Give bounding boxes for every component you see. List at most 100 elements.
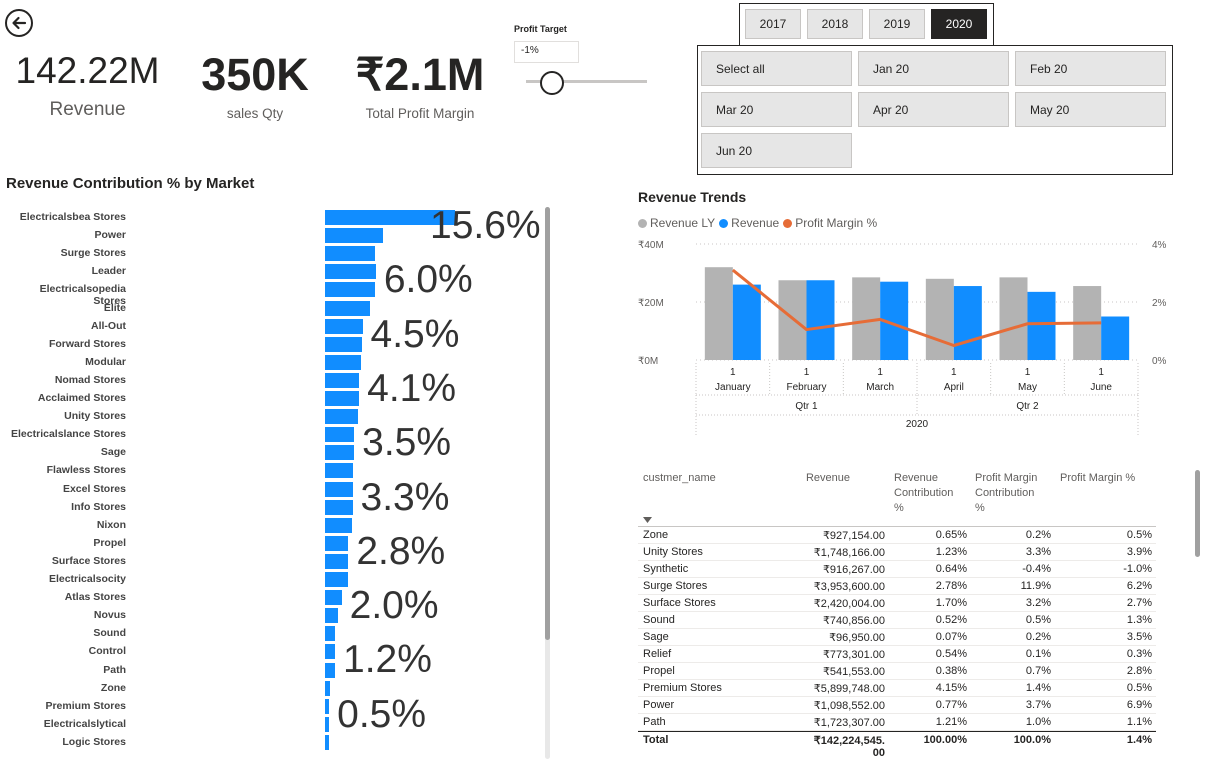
market-label: Sound xyxy=(93,627,126,640)
market-bar[interactable] xyxy=(325,644,335,660)
market-bar[interactable] xyxy=(325,409,358,425)
table-row[interactable]: Zone ₹927,154.00 0.65% 0.2% 0.5% xyxy=(638,527,1156,544)
month-option-apr-20[interactable]: Apr 20 xyxy=(858,92,1009,127)
market-bar[interactable] xyxy=(325,680,330,696)
market-bar[interactable] xyxy=(325,282,375,298)
header-profit-margin-contribution[interactable]: Profit Margin Contribution % xyxy=(975,471,1037,516)
market-bar[interactable] xyxy=(325,553,349,569)
revenue-ly-bar[interactable] xyxy=(925,278,954,360)
table-row[interactable]: Surge Stores ₹3,953,600.00 2.78% 11.9% 6.2% xyxy=(638,578,1156,595)
table-cell: ₹1,748,166.00 xyxy=(813,547,885,559)
profit-target-input[interactable]: -1% xyxy=(514,41,579,63)
table-cell: 1.3% xyxy=(1126,614,1152,626)
revenue-ly-bar[interactable] xyxy=(704,267,733,360)
market-bar[interactable] xyxy=(325,481,353,497)
month-option-mar-20[interactable]: Mar 20 xyxy=(701,92,852,127)
table-row[interactable]: Relief ₹773,301.00 0.54% 0.1% 0.3% xyxy=(638,646,1156,663)
market-label: Electricalslytical xyxy=(43,717,126,730)
x-axis-year: 2020 xyxy=(906,419,929,430)
profit-target-slider-thumb[interactable] xyxy=(540,71,564,95)
market-bar[interactable] xyxy=(325,372,360,388)
market-bar[interactable] xyxy=(325,246,375,262)
year-option-2017[interactable]: 2017 xyxy=(745,9,801,39)
market-bar[interactable] xyxy=(325,590,342,606)
back-button[interactable] xyxy=(5,9,33,37)
market-bar[interactable] xyxy=(325,445,355,461)
table-row[interactable]: Premium Stores ₹5,899,748.00 4.15% 1.4% 0.5% xyxy=(638,680,1156,697)
market-bar[interactable] xyxy=(325,228,384,244)
month-option-select-all[interactable]: Select all xyxy=(701,51,852,86)
market-bar[interactable] xyxy=(325,608,339,624)
market-bar[interactable] xyxy=(325,463,353,479)
revenue-bar[interactable] xyxy=(1101,316,1130,361)
table-cell: Sound xyxy=(643,614,675,626)
market-bar[interactable] xyxy=(325,535,349,551)
market-bar[interactable] xyxy=(325,427,355,443)
year-option-2020[interactable]: 2020 xyxy=(931,9,987,39)
month-option-feb-20[interactable]: Feb 20 xyxy=(1015,51,1166,86)
profit-target-label: Profit Target xyxy=(514,24,567,34)
revenue-ly-bar[interactable] xyxy=(999,277,1028,360)
legend-revenue-ly-swatch xyxy=(638,218,647,228)
market-bar[interactable] xyxy=(325,354,361,370)
table-cell: Relief xyxy=(643,648,672,660)
header-pm-contribution-line2: Contribution xyxy=(975,487,1035,499)
table-row[interactable]: Unity Stores ₹1,748,166.00 1.23% 3.3% 3.9% xyxy=(638,544,1156,561)
revenue-trends-title: Revenue Trends xyxy=(638,189,747,205)
market-bar[interactable] xyxy=(325,391,360,406)
table-cell: 0.54% xyxy=(935,648,967,660)
table-cell: 0.5% xyxy=(1126,529,1152,541)
year-option-2019[interactable]: 2019 xyxy=(869,9,925,39)
market-bar[interactable] xyxy=(325,734,330,750)
revenue-trends-legend: Revenue LY Revenue Profit Margin % xyxy=(638,216,877,230)
header-revenue[interactable]: Revenue xyxy=(806,471,850,486)
table-cell: 0.7% xyxy=(1025,665,1051,677)
table-row[interactable]: Surface Stores ₹2,420,004.00 1.70% 3.2% 2.7% xyxy=(638,595,1156,612)
sort-descending-icon[interactable] xyxy=(643,517,652,523)
market-data-label: 6.0% xyxy=(383,258,473,302)
legend-revenue-swatch xyxy=(719,218,729,228)
market-bar[interactable] xyxy=(325,572,348,587)
market-label: Excel Stores xyxy=(62,482,126,495)
market-label: Path xyxy=(103,663,126,676)
market-bar[interactable] xyxy=(325,626,335,642)
market-bar[interactable] xyxy=(325,499,353,515)
market-bar[interactable] xyxy=(325,336,362,352)
table-body: Zone ₹927,154.00 0.65% 0.2% 0.5% Unity Stores… xyxy=(638,526,1156,731)
revenue-bar[interactable] xyxy=(1027,291,1056,360)
table-cell: 1.23% xyxy=(935,546,967,558)
market-bar[interactable] xyxy=(325,517,352,533)
month-option-jun-20[interactable]: Jun 20 xyxy=(701,133,852,168)
market-data-label: 1.2% xyxy=(343,638,432,682)
header-customer-name[interactable]: custmer_name xyxy=(643,471,716,486)
header-revenue-contribution[interactable]: Revenue Contribution % xyxy=(894,471,953,516)
x-axis-tick-upper: 1 xyxy=(877,367,883,378)
market-bar[interactable] xyxy=(325,300,370,316)
month-option-may-20[interactable]: May 20 xyxy=(1015,92,1166,127)
table-row[interactable]: Propel ₹541,553.00 0.38% 0.7% 2.8% xyxy=(638,663,1156,680)
table-scrollbar-thumb[interactable] xyxy=(1195,470,1200,557)
market-bar[interactable] xyxy=(325,698,330,714)
total-label: Total xyxy=(643,734,669,746)
table-cell: 1.0% xyxy=(1025,716,1051,728)
header-profit-margin[interactable]: Profit Margin % xyxy=(1060,471,1135,486)
month-option-jan-20[interactable]: Jan 20 xyxy=(858,51,1009,86)
table-row[interactable]: Power ₹1,098,552.00 0.77% 3.7% 6.9% xyxy=(638,697,1156,714)
market-bar[interactable] xyxy=(325,318,363,334)
table-cell: 6.9% xyxy=(1126,699,1152,711)
revenue-bar[interactable] xyxy=(806,280,835,360)
table-row[interactable]: Path ₹1,723,307.00 1.21% 1.0% 1.1% xyxy=(638,714,1156,731)
market-bar[interactable] xyxy=(325,716,330,732)
table-row[interactable]: Sage ₹96,950.00 0.07% 0.2% 3.5% xyxy=(638,629,1156,646)
y-axis-tick-right: 0% xyxy=(1152,356,1167,367)
market-bar[interactable] xyxy=(325,662,335,678)
year-option-2018[interactable]: 2018 xyxy=(807,9,863,39)
table-row[interactable]: Synthetic ₹916,267.00 0.64% -0.4% -1.0% xyxy=(638,561,1156,578)
revenue-bar[interactable] xyxy=(953,286,982,360)
revenue-bar[interactable] xyxy=(732,284,761,360)
table-row[interactable]: Sound ₹740,856.00 0.52% 0.5% 1.3% xyxy=(638,612,1156,629)
table-cell: 0.07% xyxy=(935,631,967,643)
table-cell: Path xyxy=(643,716,666,728)
market-bar[interactable] xyxy=(325,264,376,280)
market-chart-scrollbar-thumb[interactable] xyxy=(545,207,550,640)
